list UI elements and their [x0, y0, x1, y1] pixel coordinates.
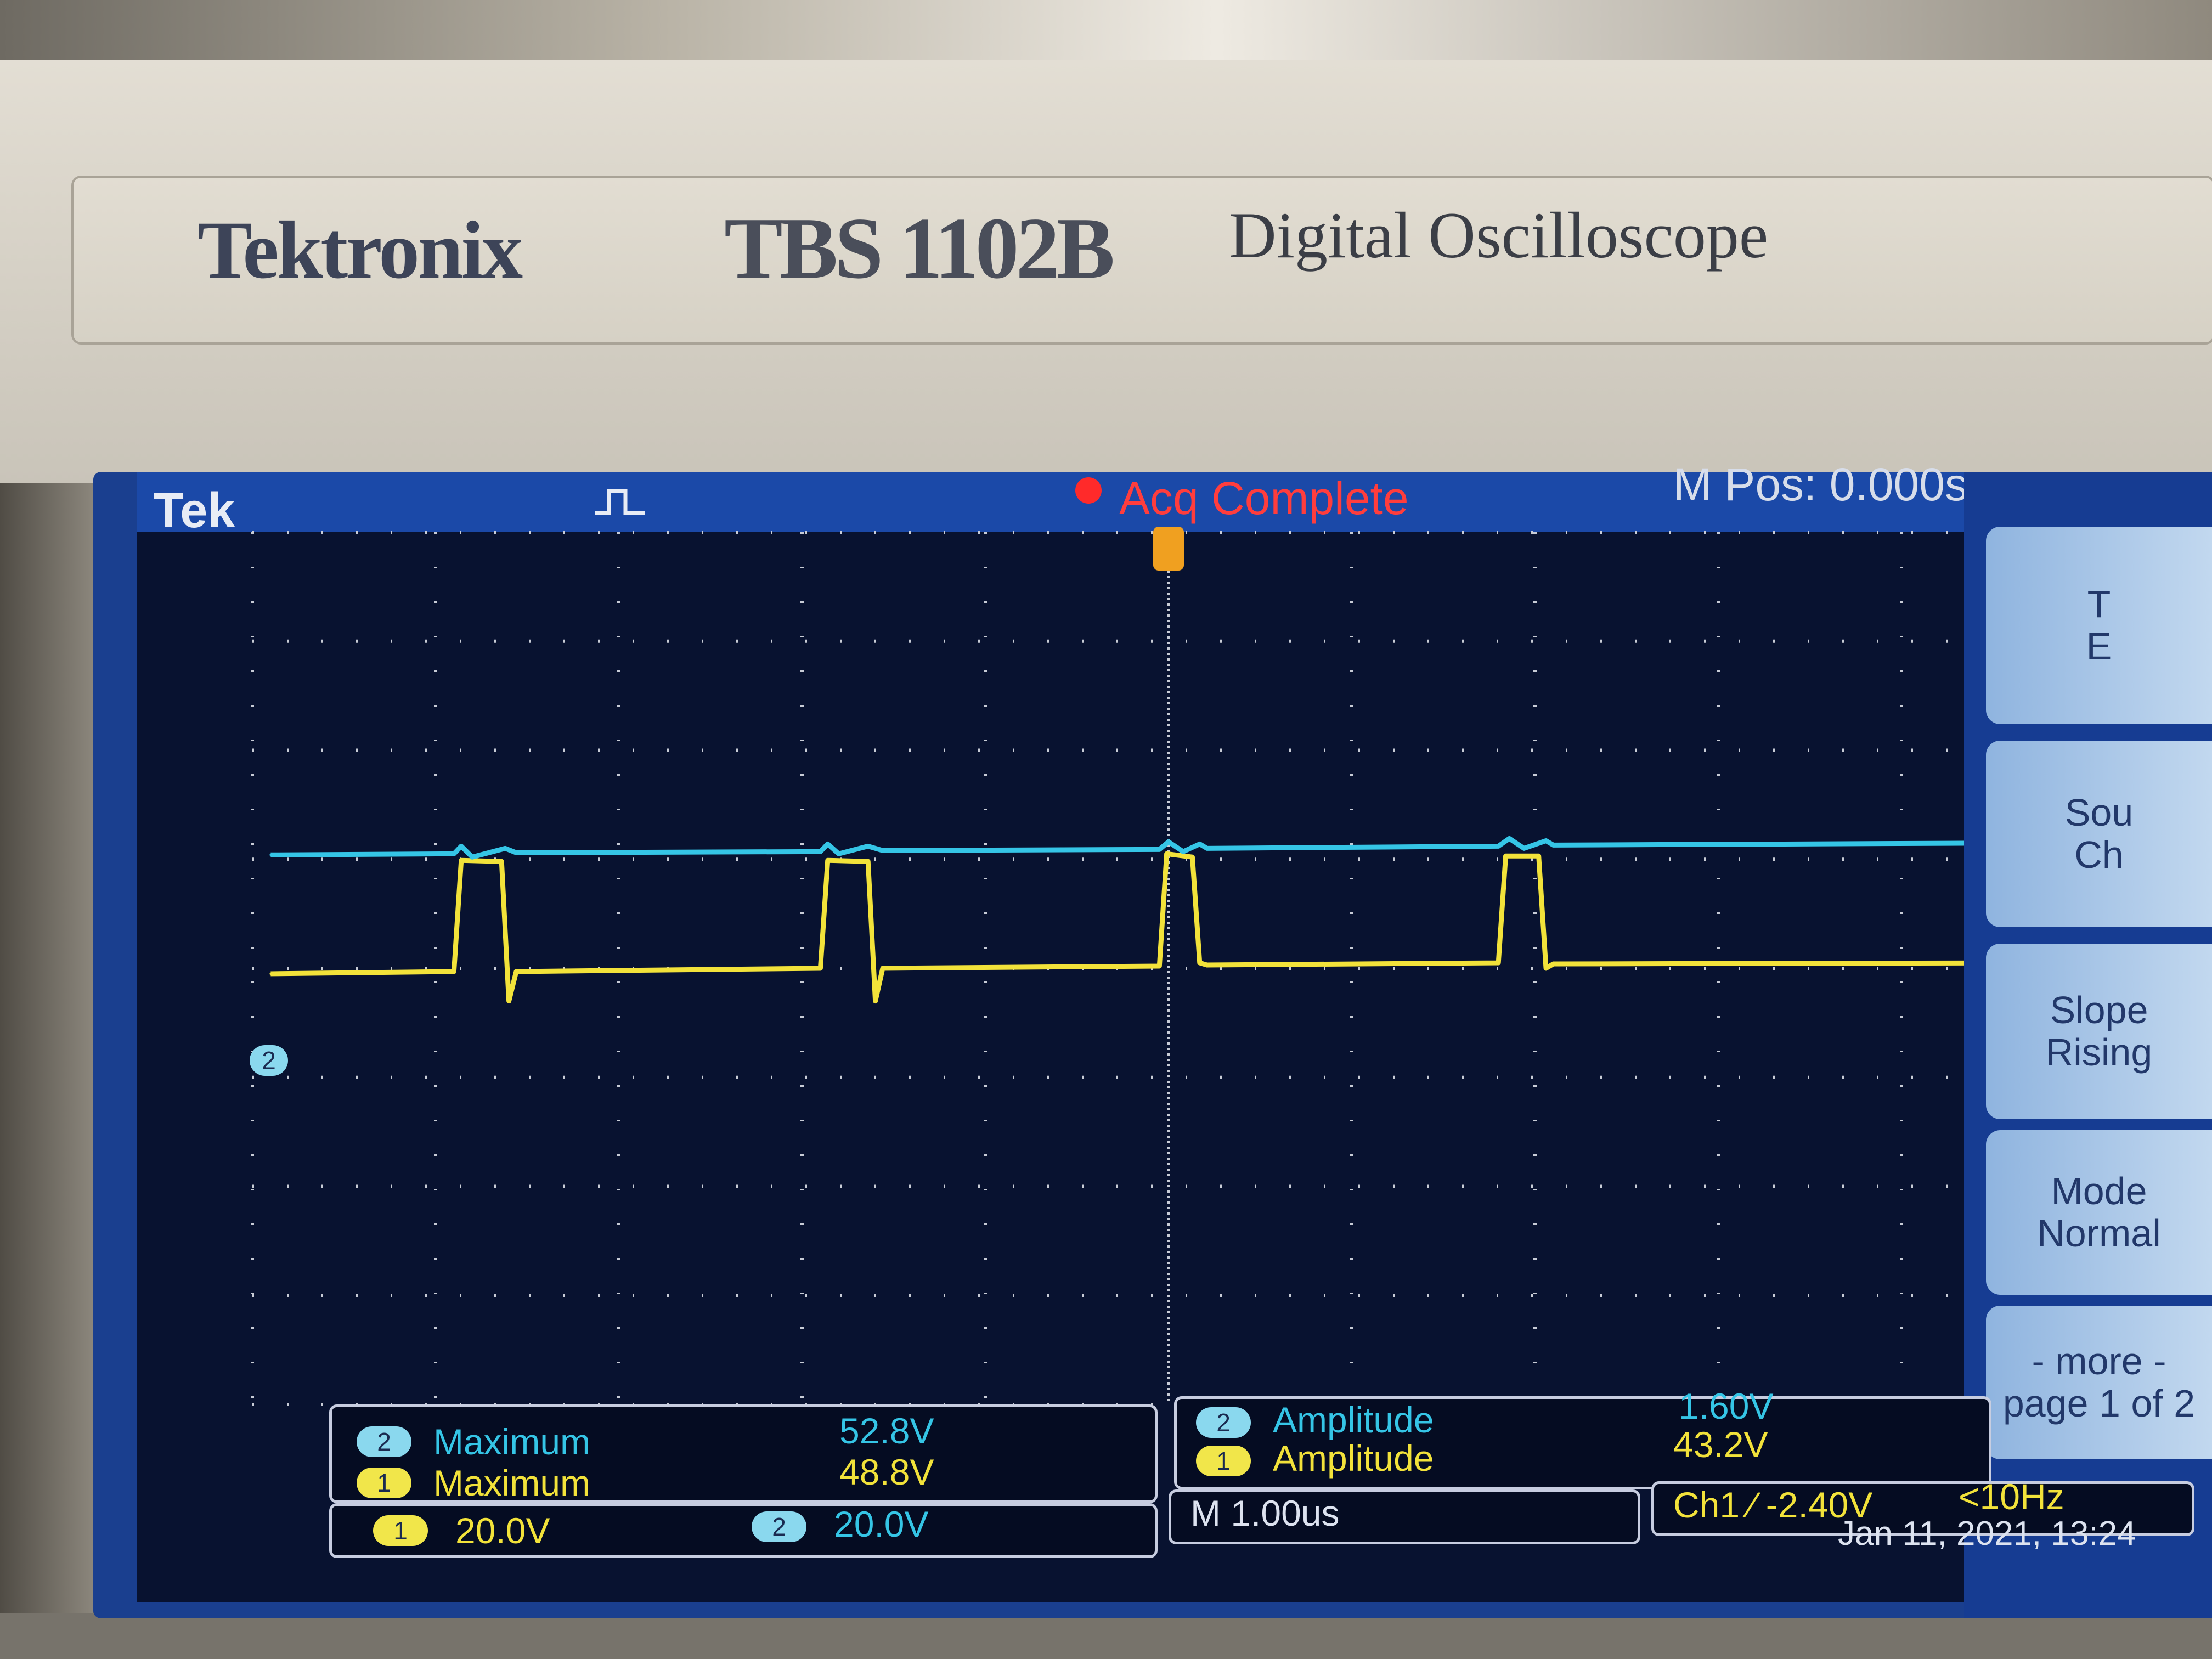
- waveform-point-ch2: [1497, 845, 1500, 848]
- waveform-point-ch2: [881, 849, 884, 852]
- measurement-label: Maximum: [433, 1463, 591, 1503]
- waveform-point-ch1: [1198, 962, 1201, 964]
- waveform-point-ch1: [1545, 967, 1548, 969]
- waveform-point-ch1: [1191, 856, 1194, 859]
- waveform-point-ch2: [1552, 844, 1555, 847]
- side-menu-line2: Rising: [2045, 1031, 2153, 1074]
- waveform-point-ch2: [1522, 847, 1525, 850]
- ch1-badge: 1: [357, 1468, 411, 1498]
- side-menu-button-mode[interactable]: Mode Normal: [1986, 1130, 2212, 1295]
- side-menu-button-1[interactable]: T E: [1986, 527, 2212, 724]
- waveform-point-ch2: [460, 845, 462, 848]
- ch2-ground-marker: 2: [250, 1045, 288, 1076]
- waveform-point-ch1: [453, 970, 455, 973]
- waveform-point-ch1: [867, 860, 870, 863]
- measurement-label: Amplitude: [1273, 1438, 1434, 1479]
- side-menu-line2: Normal: [2037, 1212, 2161, 1255]
- ch1-badge: 1: [373, 1515, 428, 1546]
- waveform-point-ch1: [460, 859, 462, 862]
- ch2-badge: 2: [1196, 1407, 1251, 1438]
- side-menu-line2: Ch: [2074, 833, 2124, 876]
- waveform-point-ch2: [1508, 837, 1511, 840]
- waveform-point-ch1: [1165, 853, 1168, 855]
- date-time: Jan 11, 2021, 13:24: [1838, 1515, 2136, 1553]
- waveform-point-ch2: [826, 843, 829, 845]
- waveform-point-ch1: [1552, 963, 1555, 966]
- waveform-ch1: [270, 851, 2030, 1004]
- waveform-point-ch2: [1167, 840, 1170, 843]
- waveform-point-ch1: [1158, 965, 1161, 968]
- ch2-badge: 2: [357, 1426, 411, 1457]
- waveform-point-ch1: [500, 860, 503, 863]
- side-menu-line1: - more -: [2032, 1340, 2166, 1383]
- timebase: M 1.00us: [1190, 1493, 1340, 1533]
- waveform-point-ch1: [819, 967, 822, 969]
- waveform-point-ch1: [269, 972, 272, 975]
- waveform-point-ch2: [1206, 847, 1209, 850]
- waveform-point-ch1: [1504, 855, 1507, 857]
- waveform-point-ch1: [826, 859, 829, 862]
- waveform-point-ch1: [515, 970, 517, 973]
- waveform-point-ch2: [1198, 843, 1201, 845]
- vertical-settings-panel: [329, 1503, 1158, 1558]
- measurement-value: 52.8V: [839, 1410, 934, 1451]
- waveform-point-ch1: [1537, 855, 1540, 857]
- waveform-ch2: [270, 836, 2030, 860]
- waveform-point-ch1: [1497, 962, 1500, 964]
- side-menu-line1: Slope: [2050, 989, 2148, 1031]
- waveform-point-ch2: [819, 850, 822, 853]
- waveform-point-ch2: [471, 856, 473, 859]
- waveform-point-ch2: [1545, 839, 1548, 842]
- trigger-frequency: <10Hz: [1959, 1476, 2064, 1517]
- side-menu-line1: Sou: [2064, 791, 2134, 834]
- waveform-point-ch2: [515, 851, 517, 854]
- waveform-point-ch2: [269, 854, 272, 856]
- side-menu-line2: page 1 of 2: [2002, 1382, 2196, 1425]
- side-menu-line1: T: [2087, 583, 2111, 625]
- side-menu-button-more[interactable]: - more - page 1 of 2: [1986, 1306, 2212, 1459]
- measurement-value: 48.8V: [839, 1452, 934, 1492]
- side-menu-line2: E: [2086, 625, 2112, 668]
- waveform-point-ch1: [1206, 964, 1209, 967]
- measurement-value: 43.2V: [1673, 1424, 1768, 1465]
- waveform-point-ch2: [837, 853, 840, 855]
- waveform-point-ch1: [507, 1000, 510, 1002]
- ch1-scale: 20.0V: [455, 1510, 550, 1551]
- trigger-position-marker-icon[interactable]: [1153, 527, 1184, 571]
- waveform-point-ch2: [1158, 848, 1161, 851]
- measurement-value: 1.60V: [1679, 1386, 1774, 1426]
- ch2-scale: 20.0V: [834, 1504, 929, 1544]
- graticule: [251, 531, 2086, 1406]
- side-menu-button-source[interactable]: Sou Ch: [1986, 741, 2212, 927]
- measurement-label: Amplitude: [1273, 1400, 1434, 1440]
- waveform-point-ch2: [504, 847, 506, 850]
- waveform-point-ch1: [874, 1000, 877, 1002]
- measurement-label: Maximum: [433, 1421, 591, 1462]
- side-menu-line1: Mode: [2051, 1170, 2147, 1212]
- ch2-badge: 2: [752, 1511, 806, 1542]
- waveform-point-ch2: [453, 853, 455, 855]
- waveform-point-ch2: [867, 845, 870, 848]
- waveform-point-ch2: [1182, 850, 1184, 853]
- side-menu-button-slope[interactable]: Slope Rising: [1986, 944, 2212, 1119]
- waveform-point-ch1: [881, 967, 884, 969]
- ch1-badge: 1: [1196, 1446, 1251, 1476]
